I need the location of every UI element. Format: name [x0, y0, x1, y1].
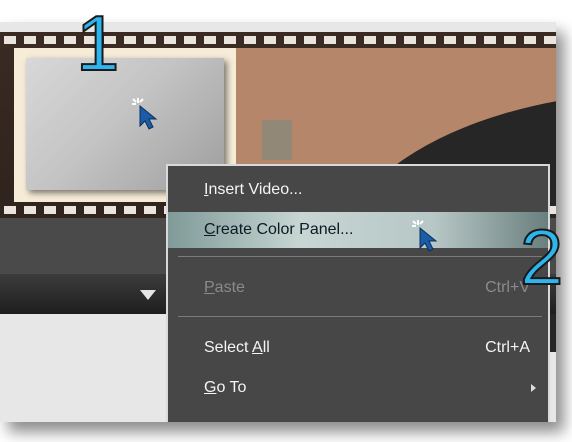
menu-item-shortcut: Ctrl+A	[485, 339, 530, 356]
triangle-down-icon[interactable]	[140, 290, 156, 300]
menu-separator	[178, 256, 542, 257]
menu-item-create-color-panel[interactable]: Create Color Panel...	[168, 212, 548, 248]
menu-item-label: Go To	[204, 379, 247, 396]
submenu-arrow-icon	[531, 384, 536, 392]
clip-graphic	[262, 120, 292, 160]
menu-item-select-all[interactable]: Select All Ctrl+A	[168, 330, 548, 366]
callout-number-2: 2	[519, 213, 564, 301]
callout-number-1: 1	[75, 0, 120, 87]
mouse-cursor-click-icon	[132, 98, 158, 130]
menu-item-paste: Paste Ctrl+V	[168, 270, 548, 306]
mouse-cursor-click-icon	[412, 220, 438, 252]
menu-item-label: Paste	[204, 279, 245, 296]
menu-item-insert-video[interactable]: Insert Video...	[168, 172, 548, 208]
menu-item-label: Create Color Panel...	[204, 221, 354, 238]
menu-item-go-to[interactable]: Go To	[168, 370, 548, 406]
context-menu: Insert Video... Create Color Panel... Pa…	[166, 164, 550, 422]
menu-item-label: Insert Video...	[204, 181, 303, 198]
menu-item-label: Select All	[204, 339, 270, 356]
menu-separator	[178, 316, 542, 317]
